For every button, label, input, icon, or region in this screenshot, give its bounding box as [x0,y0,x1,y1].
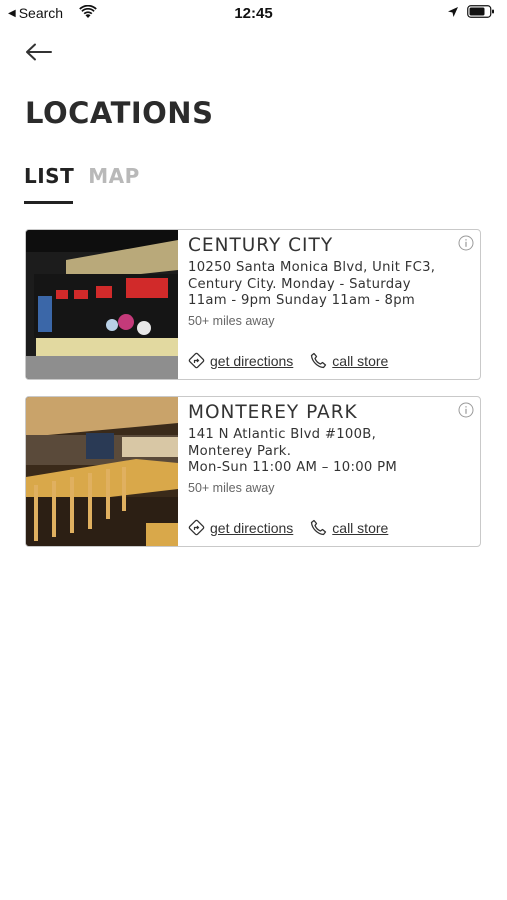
location-actions: get directions call store [188,519,388,536]
location-arrow-icon [448,6,458,17]
address-line: Monterey Park. [188,443,292,459]
get-directions-link[interactable]: get directions [188,352,293,369]
location-name: CENTURY CITY [188,235,334,256]
phone-icon [311,519,327,536]
address-line: Century City. Monday - Saturday [188,276,411,292]
page-title: LOCATIONS [25,96,214,130]
hours-line: Mon-Sun 11:00 AM – 10:00 PM [188,460,398,475]
call-store-link[interactable]: call store [310,352,388,369]
store-photo-century-city [26,230,178,379]
location-distance: 50+ miles away [188,480,275,495]
location-details: MONTEREY PARK 141 N Atlantic Blvd #100B,… [188,402,472,495]
call-store-link[interactable]: call store [310,519,388,536]
call-store-label: call store [332,519,389,536]
tab-map[interactable]: MAP [88,164,140,188]
active-tab-indicator [24,201,73,204]
arrow-left-icon[interactable] [24,40,54,64]
store-photo-monterey-park [26,397,178,546]
view-tabs: LIST MAP [24,164,140,188]
tab-list[interactable]: LIST [24,164,74,188]
phone-icon [311,352,327,369]
status-bar: ◀ Search 12:45 [0,0,507,28]
location-address-hours: 10250 Santa Monica Blvd, Unit FC3, Centu… [188,260,472,310]
directions-icon [188,519,205,536]
address-line: 10250 Santa Monica Blvd, Unit FC3, [188,260,436,275]
get-directions-label: get directions [210,519,294,536]
location-actions: get directions call store [188,352,388,369]
location-name: MONTEREY PARK [188,402,358,423]
get-directions-label: get directions [210,352,294,369]
location-distance: 50+ miles away [188,313,275,328]
battery-icon [467,5,494,18]
address-line: 141 N Atlantic Blvd #100B, [188,427,377,442]
status-time: 12:45 [234,5,273,22]
get-directions-link[interactable]: get directions [188,519,293,536]
call-store-label: call store [332,352,389,369]
hours-line: 11am - 9pm Sunday 11am - 8pm [188,293,416,308]
location-card-century-city[interactable]: CENTURY CITY 10250 Santa Monica Blvd, Un… [25,229,481,380]
status-right-icons [447,5,495,18]
location-address-hours: 141 N Atlantic Blvd #100B, Monterey Park… [188,427,472,477]
location-card-monterey-park[interactable]: MONTEREY PARK 141 N Atlantic Blvd #100B,… [25,396,481,547]
info-icon[interactable] [458,235,474,251]
info-icon[interactable] [458,402,474,418]
location-details: CENTURY CITY 10250 Santa Monica Blvd, Un… [188,235,472,328]
directions-icon [188,352,205,369]
